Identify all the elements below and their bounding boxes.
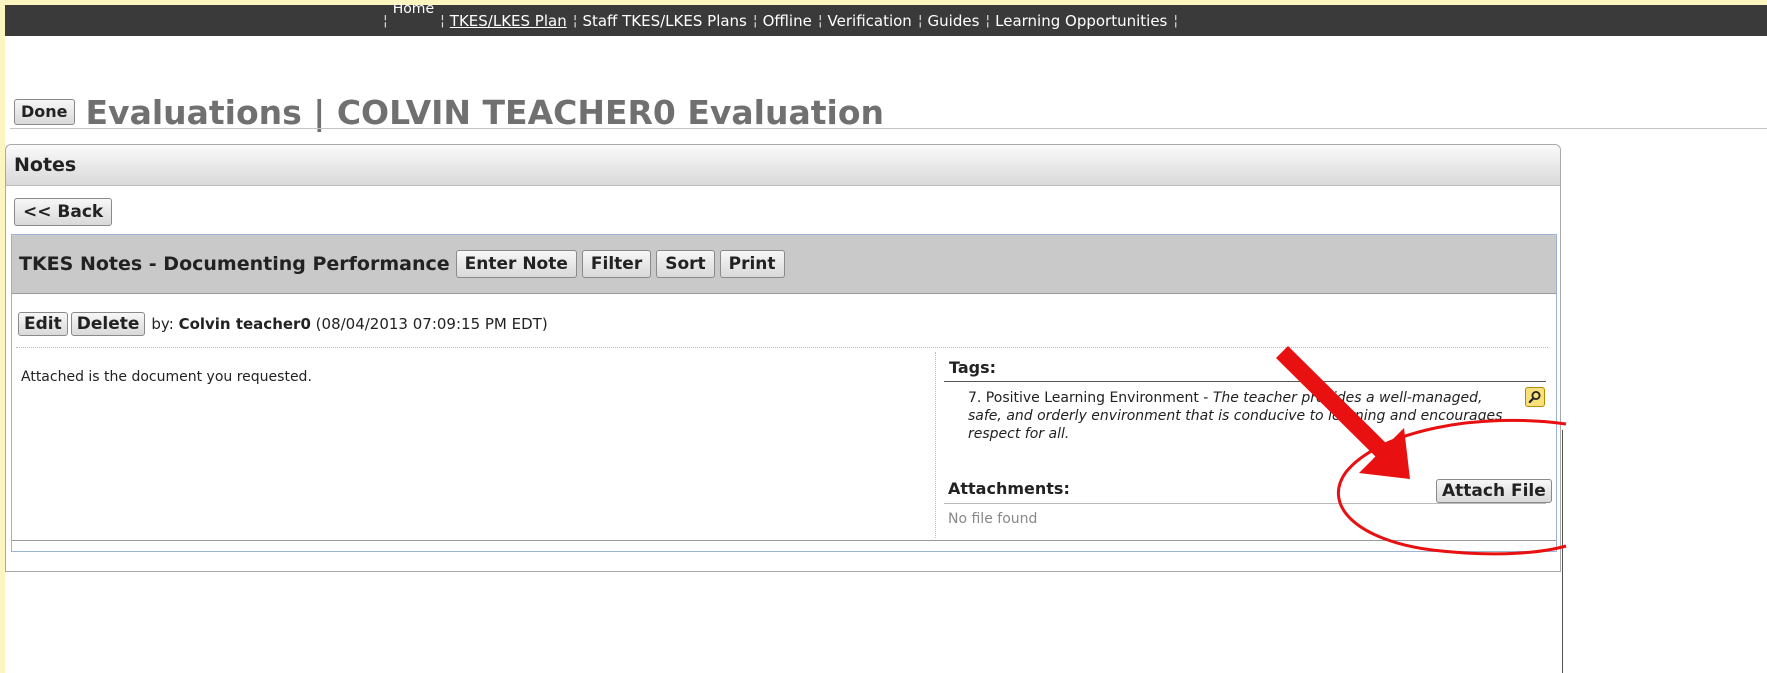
page-header: Done Evaluations | COLVIN TEACHER0 Evalu…	[14, 92, 884, 132]
nav-item-staff-plans[interactable]: Staff TKES/LKES Plans	[582, 12, 746, 30]
enter-note-button[interactable]: Enter Note	[455, 250, 577, 278]
done-button[interactable]: Done	[14, 99, 75, 125]
nav-separator: ¦	[1173, 13, 1178, 29]
magnifier-icon[interactable]	[1525, 387, 1545, 407]
nav-item-verification[interactable]: Verification	[828, 12, 912, 30]
notes-panel-heading: Notes	[6, 145, 1560, 186]
note-body-text: Attached is the document you requested.	[21, 369, 312, 385]
nav-separator: ¦	[985, 13, 990, 29]
column-divider	[935, 352, 936, 538]
notes-panel: Notes << Back TKES Notes - Documenting P…	[5, 144, 1561, 572]
tag-separator: -	[1198, 390, 1213, 406]
edit-button[interactable]: Edit	[18, 312, 68, 336]
by-prefix: by:	[151, 315, 174, 333]
nav-separator: ¦	[752, 13, 758, 29]
sort-button[interactable]: Sort	[656, 250, 715, 278]
right-scroll-edge	[1562, 430, 1563, 673]
meta-divider	[16, 347, 1548, 348]
nav-separator: ¦	[817, 13, 823, 29]
back-button[interactable]: << Back	[14, 198, 113, 226]
nav-item-learning-opportunities[interactable]: Learning Opportunities	[995, 12, 1167, 30]
nav-separator: ¦	[440, 13, 445, 29]
note-author: Colvin teacher0	[178, 315, 311, 333]
note-timestamp: (08/04/2013 07:09:15 PM EDT)	[315, 315, 548, 333]
attachments-label: Attachments:	[948, 479, 1070, 498]
tags-divider	[944, 381, 1546, 382]
attach-file-button[interactable]: Attach File	[1436, 479, 1552, 503]
section-bottom-rule	[12, 540, 1556, 541]
section-title: TKES Notes - Documenting Performance	[19, 253, 450, 275]
title-divider	[10, 128, 1767, 129]
top-navigation-bar: ¦ Home ¦ TKES/LKES Plan ¦ Staff TKES/LKE…	[5, 1, 1767, 36]
note-author-line: by: Colvin teacher0 (08/04/2013 07:09:15…	[151, 315, 547, 333]
nav-item-home[interactable]: Home	[393, 1, 434, 17]
magnifier-icon-glyph	[1528, 391, 1541, 404]
print-button[interactable]: Print	[719, 250, 785, 278]
tag-entry: 7. Positive Learning Environment - The t…	[968, 389, 1518, 443]
nav-separator: ¦	[572, 13, 578, 29]
page-title: Evaluations | COLVIN TEACHER0 Evaluation	[85, 92, 884, 132]
nav-separator: ¦	[383, 13, 388, 29]
nav-separator: ¦	[917, 13, 923, 29]
no-file-message: No file found	[948, 511, 1038, 527]
tag-name: 7. Positive Learning Environment	[968, 390, 1199, 406]
tags-label: Tags:	[949, 358, 997, 377]
tkes-notes-section: TKES Notes - Documenting Performance Ent…	[11, 234, 1557, 552]
note-meta-row: Edit Delete by: Colvin teacher0 (08/04/2…	[18, 312, 548, 336]
nav-item-guides[interactable]: Guides	[928, 12, 980, 30]
attachments-divider	[944, 503, 1546, 504]
delete-button[interactable]: Delete	[70, 312, 146, 336]
tkes-notes-toolbar: TKES Notes - Documenting Performance Ent…	[12, 235, 1556, 294]
nav-items: ¦ Home ¦ TKES/LKES Plan ¦ Staff TKES/LKE…	[377, 1, 1183, 34]
filter-button[interactable]: Filter	[581, 250, 652, 278]
nav-item-offline[interactable]: Offline	[763, 12, 812, 30]
nav-item-tkes-lkes-plan[interactable]: TKES/LKES Plan	[450, 12, 567, 30]
